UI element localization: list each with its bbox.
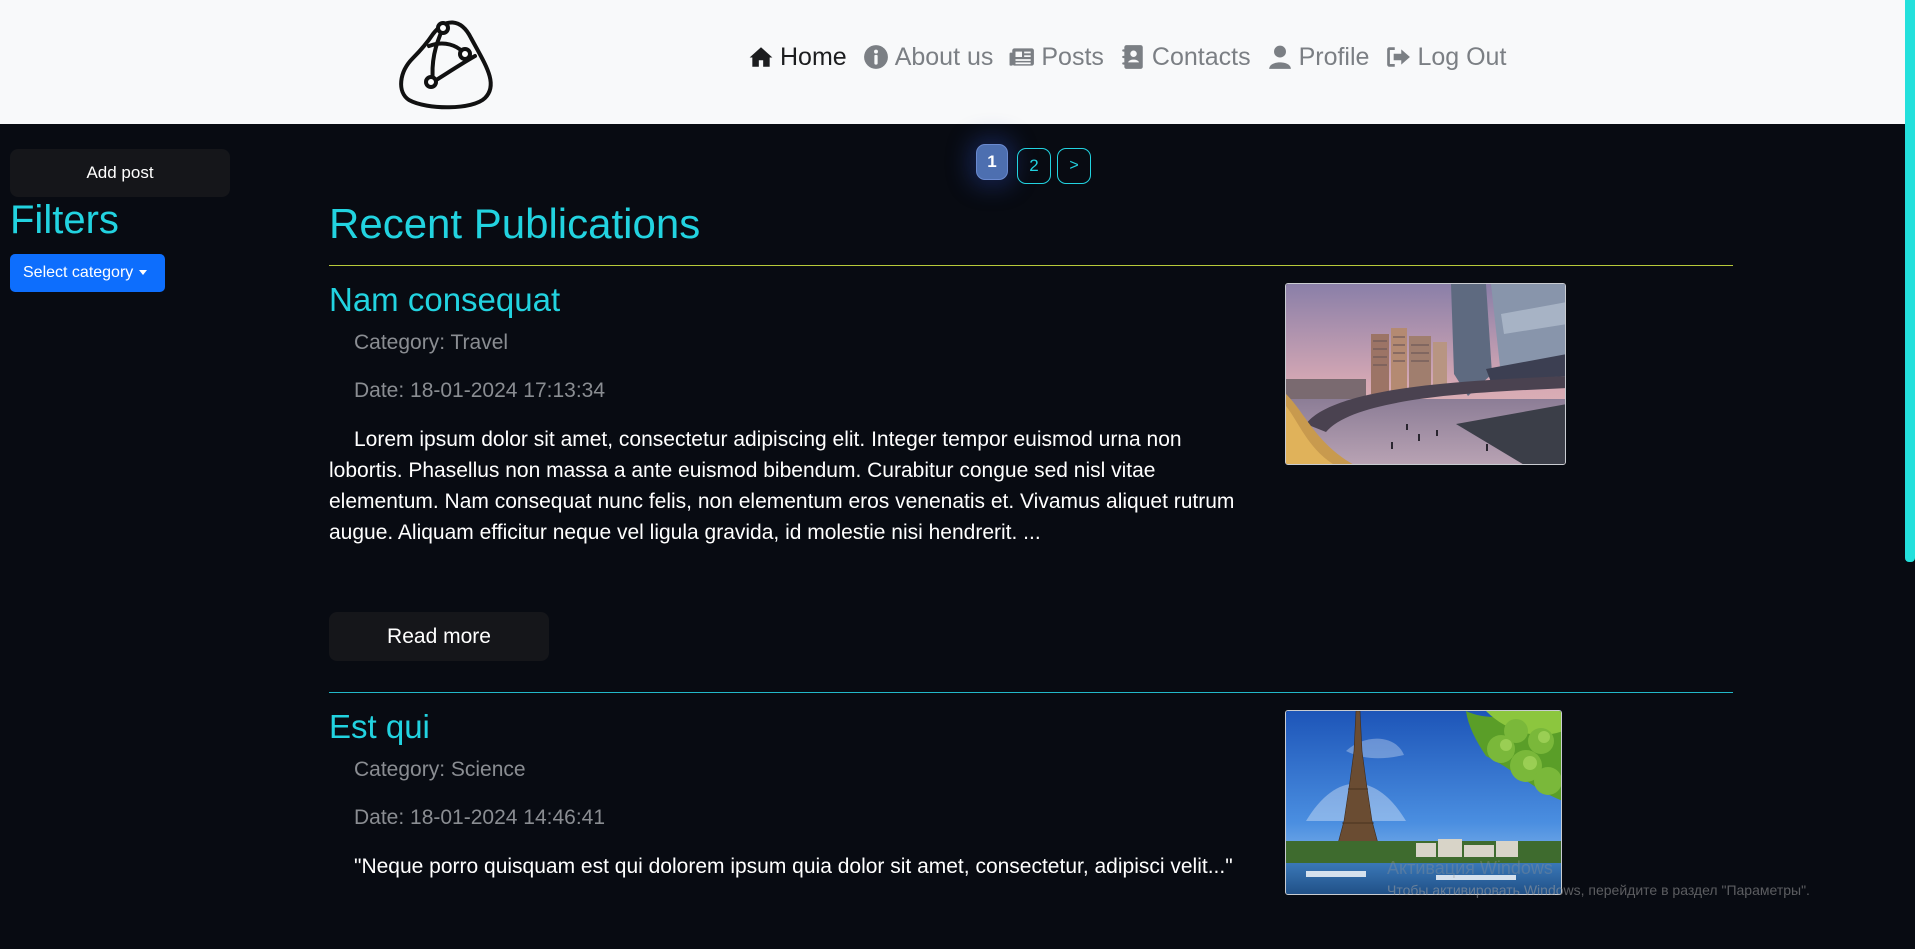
nav-posts-label: Posts bbox=[1041, 42, 1104, 71]
main-nav: Home About us Posts Contacts Profile Log… bbox=[748, 38, 1522, 76]
nav-profile-label: Profile bbox=[1298, 42, 1370, 71]
post-title[interactable]: Est qui bbox=[329, 708, 430, 746]
post-excerpt: "Neque porro quisquam est qui dolorem ip… bbox=[354, 855, 1233, 878]
category-select-dropdown[interactable]: Select category bbox=[10, 254, 165, 292]
post-date: Date: 18-01-2024 14:46:41 bbox=[354, 806, 606, 829]
address-book-icon bbox=[1122, 45, 1143, 69]
post-excerpt: Lorem ipsum dolor sit amet, consectetur … bbox=[329, 428, 1235, 544]
add-post-button[interactable]: Add post bbox=[10, 149, 230, 197]
top-navbar: Home About us Posts Contacts Profile Log… bbox=[0, 0, 1905, 124]
nav-posts[interactable]: Posts bbox=[1009, 43, 1104, 72]
post-date: Date: 18-01-2024 17:13:34 bbox=[354, 379, 606, 402]
info-icon bbox=[863, 45, 888, 69]
section-title: Recent Publications bbox=[329, 200, 701, 247]
logo[interactable] bbox=[395, 12, 497, 110]
pagination-page-1[interactable]: 1 bbox=[976, 144, 1008, 180]
caret-down-icon bbox=[139, 270, 148, 276]
category-select-label: Select category bbox=[23, 264, 134, 281]
divider bbox=[329, 265, 1733, 266]
filters-heading: Filters bbox=[10, 198, 119, 242]
nav-about-label: About us bbox=[894, 42, 994, 71]
read-more-button[interactable]: Read more bbox=[329, 612, 549, 661]
nav-contacts[interactable]: Contacts bbox=[1120, 43, 1251, 72]
windows-activation-watermark-title: Активация Windows bbox=[1387, 858, 1553, 878]
nav-home-label: Home bbox=[780, 42, 847, 71]
post-title[interactable]: Nam consequat bbox=[329, 281, 560, 319]
scrollbar-thumb[interactable] bbox=[1905, 0, 1915, 562]
nav-profile[interactable]: Profile bbox=[1267, 42, 1370, 72]
post-thumbnail-image[interactable] bbox=[1285, 283, 1566, 465]
pagination-page-2[interactable]: 2 bbox=[1017, 148, 1051, 184]
nav-logout-label: Log Out bbox=[1417, 42, 1507, 71]
nav-logout[interactable]: Log Out bbox=[1385, 43, 1506, 72]
divider bbox=[329, 692, 1733, 693]
newspaper-icon bbox=[1009, 48, 1035, 66]
pagination-next[interactable]: > bbox=[1057, 148, 1091, 184]
post-category: Category: Travel bbox=[354, 331, 509, 354]
home-icon bbox=[749, 47, 773, 67]
sign-out-icon bbox=[1387, 47, 1411, 67]
windows-activation-watermark-subtitle: Чтобы активировать Windows, перейдите в … bbox=[1387, 882, 1810, 898]
page-scrollbar[interactable] bbox=[1905, 0, 1915, 949]
post-category: Category: Science bbox=[354, 758, 526, 781]
nav-contacts-label: Contacts bbox=[1151, 42, 1251, 71]
user-icon bbox=[1268, 45, 1291, 69]
nav-home[interactable]: Home bbox=[748, 43, 847, 72]
nav-about[interactable]: About us bbox=[863, 42, 994, 72]
